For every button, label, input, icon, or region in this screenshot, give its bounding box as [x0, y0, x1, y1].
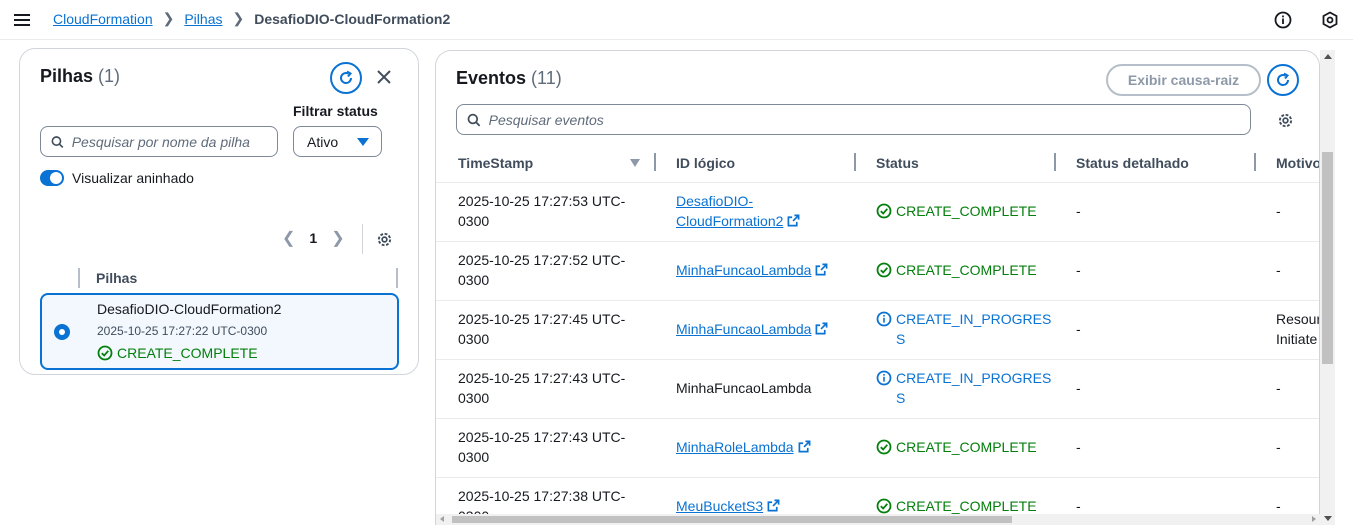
check-circle-icon	[876, 203, 892, 219]
scroll-thumb[interactable]	[452, 516, 1012, 523]
table-row: 2025-10-25 17:27:53 UTC- 0300 DesafioDIO-…	[436, 182, 1319, 241]
scroll-thumb[interactable]	[1322, 152, 1333, 364]
events-title: Eventos (11)	[456, 68, 562, 88]
scroll-up-icon[interactable]	[1324, 54, 1332, 59]
caret-down-icon	[357, 137, 369, 146]
refresh-icon	[340, 70, 353, 84]
event-status: CREATE_COMPLETE	[876, 437, 1046, 457]
logical-id-link[interactable]: MeuBucketS3	[676, 498, 763, 514]
column-logical-id[interactable]: ID lógico	[676, 155, 735, 171]
logical-id-link[interactable]: MinhaRoleLambda	[676, 439, 794, 455]
scroll-down-icon[interactable]	[1324, 516, 1332, 521]
search-icon	[467, 113, 481, 126]
info-circle-icon	[876, 370, 892, 386]
external-link-icon	[798, 440, 810, 453]
close-icon[interactable]	[374, 67, 394, 87]
logical-id-text: MinhaFuncaoLambda	[676, 380, 812, 396]
external-link-icon	[815, 263, 828, 276]
check-circle-icon	[876, 262, 892, 278]
page-number[interactable]: 1	[309, 230, 317, 246]
table-row: 2025-10-25 17:27:52 UTC- 0300 MinhaFuncao…	[436, 241, 1319, 300]
column-status-detail[interactable]: Status detalhado	[1076, 155, 1189, 171]
divider	[362, 224, 363, 254]
events-panel: Eventos (11) Exibir causa-raiz TimeStamp…	[435, 50, 1320, 525]
breadcrumb-pilhas[interactable]: Pilhas	[184, 11, 222, 27]
filter-status-value: Ativo	[307, 133, 339, 150]
event-status: CREATE_IN_PROGRES S	[876, 309, 1051, 349]
nested-view-toggle[interactable]	[40, 170, 64, 186]
gear-icon[interactable]	[375, 230, 393, 248]
external-link-icon	[815, 322, 828, 335]
root-cause-button[interactable]: Exibir causa-raiz	[1106, 64, 1261, 96]
refresh-stacks-button[interactable]	[330, 62, 362, 94]
nested-view-toggle-row: Visualizar aninhado	[40, 170, 194, 186]
table-row: 2025-10-25 17:27:43 UTC- 0300 MinhaFuncao…	[436, 359, 1319, 418]
check-circle-icon	[876, 439, 892, 455]
chevron-right-icon: ❯	[162, 10, 175, 26]
table-row: 2025-10-25 17:27:45 UTC- 0300 MinhaFuncao…	[436, 300, 1319, 359]
info-icon[interactable]	[1273, 10, 1293, 30]
breadcrumb-current: DesafioDIO-CloudFormation2	[254, 10, 451, 27]
chevron-right-icon[interactable]: ❯	[331, 228, 344, 248]
pagination: ❮ 1 ❯	[282, 228, 345, 248]
event-status: CREATE_COMPLETE	[876, 496, 1046, 516]
external-link-icon	[767, 499, 780, 512]
column-status[interactable]: Status	[876, 155, 919, 171]
events-search-input[interactable]	[488, 111, 1250, 128]
refresh-icon	[1277, 72, 1290, 86]
horizontal-scrollbar[interactable]	[436, 514, 1320, 525]
events-table-header: TimeStamp ID lógico Status Status detalh…	[436, 146, 1319, 178]
external-link-icon	[787, 214, 800, 227]
event-status: CREATE_COMPLETE	[876, 260, 1046, 280]
refresh-events-button[interactable]	[1267, 64, 1299, 96]
stacks-title: Pilhas (1)	[40, 66, 121, 86]
stack-radio[interactable]	[54, 324, 70, 340]
filter-status-label: Filtrar status	[293, 103, 378, 119]
scroll-right-icon[interactable]	[1312, 516, 1316, 522]
logical-id-link[interactable]: DesafioDIO- CloudFormation2	[676, 193, 783, 229]
breadcrumb-cloudformation[interactable]: CloudFormation	[53, 11, 153, 27]
search-icon	[51, 135, 64, 148]
check-circle-icon	[97, 345, 113, 361]
column-reason[interactable]: Motivo	[1276, 155, 1319, 171]
top-navigation-bar: CloudFormation ❯ Pilhas ❯ DesafioDIO-Clo…	[0, 0, 1353, 40]
stack-search-input[interactable]	[71, 133, 277, 150]
column-timestamp[interactable]: TimeStamp	[458, 155, 533, 171]
nested-view-label: Visualizar aninhado	[72, 170, 194, 186]
sort-down-icon[interactable]	[630, 159, 640, 167]
shield-gear-icon[interactable]	[1320, 10, 1340, 30]
table-row: 2025-10-25 17:27:43 UTC- 0300 MinhaRoleLa…	[436, 418, 1319, 477]
chevron-right-icon: ❯	[232, 10, 245, 26]
stacks-column-header: Pilhas	[96, 270, 138, 286]
stack-search[interactable]	[40, 126, 278, 157]
info-circle-icon	[876, 311, 892, 327]
check-circle-icon	[876, 498, 892, 514]
stacks-panel: Pilhas (1) Filtrar status Ativo Visualiz…	[19, 48, 419, 375]
logical-id-link[interactable]: MinhaFuncaoLambda	[676, 321, 811, 337]
stack-item-selected[interactable]: DesafioDIO-CloudFormation2 2025-10-25 17…	[40, 293, 399, 370]
events-search[interactable]	[456, 104, 1251, 135]
event-status: CREATE_IN_PROGRES S	[876, 368, 1051, 408]
hamburger-menu-icon[interactable]	[14, 10, 36, 30]
filter-status-select[interactable]: Ativo	[293, 126, 382, 157]
stacks-list-header: Pilhas	[40, 268, 400, 290]
chevron-left-icon[interactable]: ❮	[282, 228, 295, 248]
scroll-left-icon[interactable]	[440, 516, 444, 522]
stack-status: CREATE_COMPLETE	[97, 345, 258, 361]
stack-date: 2025-10-25 17:27:22 UTC-0300	[97, 324, 268, 338]
event-status: CREATE_COMPLETE	[876, 201, 1046, 221]
breadcrumb: CloudFormation ❯ Pilhas ❯ DesafioDIO-Clo…	[53, 10, 450, 27]
logical-id-link[interactable]: MinhaFuncaoLambda	[676, 262, 811, 278]
vertical-scrollbar[interactable]	[1320, 50, 1335, 525]
stack-name: DesafioDIO-CloudFormation2	[97, 301, 282, 317]
gear-icon[interactable]	[1276, 111, 1294, 129]
